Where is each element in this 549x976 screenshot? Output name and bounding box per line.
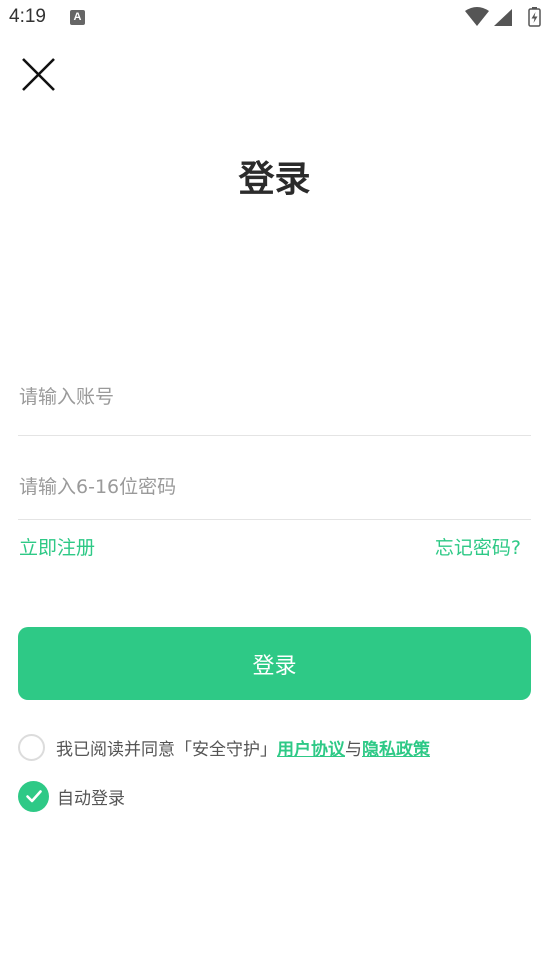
auto-login-label: 自动登录 bbox=[57, 788, 125, 809]
password-input[interactable] bbox=[18, 463, 532, 511]
agreement-text: 我已阅读并同意「安全守护」用户协议与隐私政策 bbox=[56, 735, 430, 760]
password-divider bbox=[18, 519, 531, 520]
wifi-icon bbox=[465, 7, 489, 26]
account-divider bbox=[18, 435, 531, 436]
agreement-row: 我已阅读并同意「安全守护」用户协议与隐私政策 bbox=[18, 731, 430, 763]
close-button[interactable] bbox=[16, 52, 62, 98]
forgot-password-link[interactable]: 忘记密码? bbox=[435, 533, 521, 560]
account-field[interactable] bbox=[18, 373, 532, 421]
agreement-connector: 与 bbox=[345, 739, 362, 760]
register-link[interactable]: 立即注册 bbox=[19, 533, 95, 560]
auto-login-row: 自动登录 bbox=[18, 780, 125, 812]
auto-login-checkbox[interactable] bbox=[18, 780, 49, 812]
agreement-radio[interactable] bbox=[18, 733, 45, 761]
signal-icon bbox=[494, 9, 512, 26]
close-icon bbox=[22, 58, 55, 91]
status-bar: 4:19 A bbox=[0, 0, 549, 36]
user-agreement-link[interactable]: 用户协议 bbox=[277, 740, 345, 760]
notification-icon: A bbox=[70, 10, 85, 25]
status-icons bbox=[465, 7, 541, 27]
page-title: 登录 bbox=[238, 159, 311, 200]
status-time: 4:19 bbox=[9, 6, 46, 27]
agreement-prefix: 我已阅读并同意「安全守护」 bbox=[56, 739, 277, 760]
login-button[interactable]: 登录 bbox=[18, 627, 531, 700]
check-icon bbox=[25, 790, 42, 803]
battery-icon bbox=[528, 7, 541, 27]
privacy-policy-link[interactable]: 隐私政策 bbox=[362, 740, 430, 760]
password-field[interactable] bbox=[18, 463, 532, 511]
account-input[interactable] bbox=[18, 373, 532, 421]
